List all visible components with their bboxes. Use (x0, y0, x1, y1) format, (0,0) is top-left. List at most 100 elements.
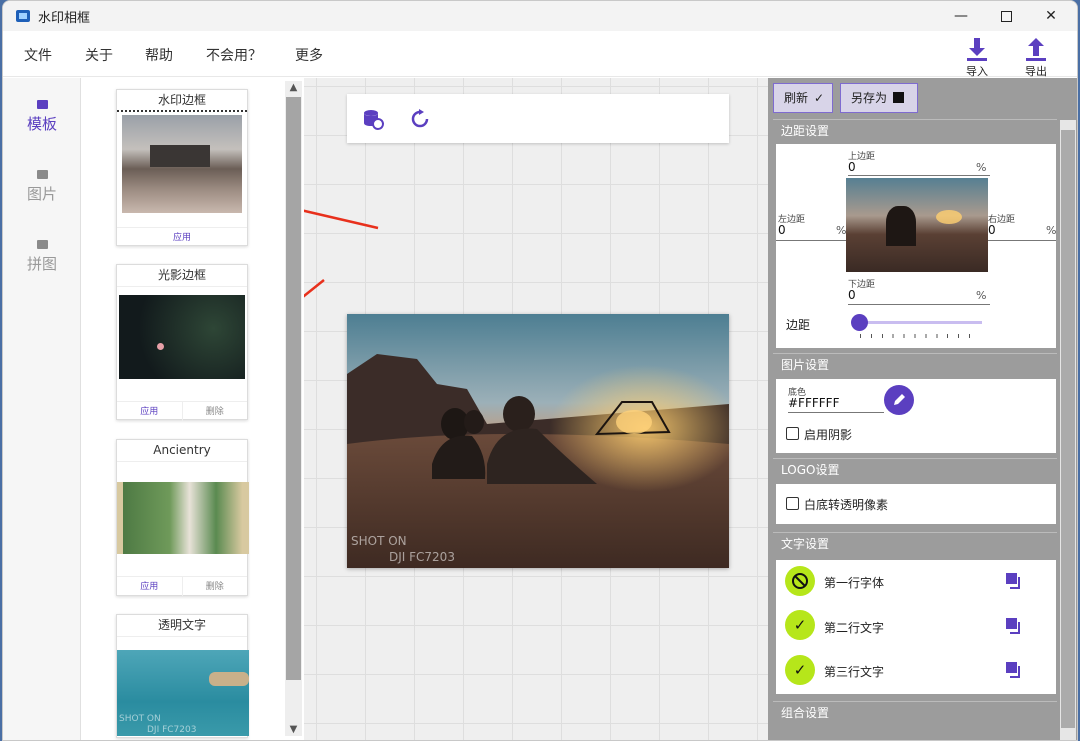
settings-scrollbar[interactable] (1060, 120, 1076, 740)
template-list: 水印边框 应用 光影边框 应用 删除 Ancientry 应用 删除 透明文字 SH… (82, 78, 304, 740)
shadow-checkbox[interactable] (786, 427, 799, 440)
copy-icon[interactable] (1006, 618, 1022, 634)
island-shape (209, 672, 249, 686)
template-card[interactable]: 透明文字 SHOT ON DJI FC7203 (116, 614, 249, 738)
flower-shape (157, 343, 164, 350)
edit-color-button[interactable] (884, 385, 914, 415)
maximize-button[interactable] (983, 1, 1029, 31)
import-button[interactable]: 导入 (957, 37, 997, 79)
folder-icon (36, 170, 48, 179)
red-arrow (304, 279, 325, 298)
side-nav: 模板 图片 拼图 (3, 78, 81, 740)
preview-canvas: SHOT ON DJI FC7203 (304, 78, 768, 740)
save-as-button[interactable]: 另存为 (840, 83, 918, 113)
template-title: 水印边框 (117, 90, 247, 112)
photo-watermark-line1: SHOT ON (351, 534, 407, 548)
template-title: Ancientry (117, 440, 247, 462)
copy-icon[interactable] (1006, 662, 1022, 678)
transparent-checkbox[interactable] (786, 497, 799, 510)
menu-help[interactable]: 帮助 (145, 45, 173, 65)
template-thumbnail (122, 115, 242, 213)
margin-slider-track[interactable] (854, 321, 982, 324)
download-icon (967, 38, 987, 61)
apply-button[interactable]: 应用 (117, 228, 247, 247)
template-title: 透明文字 (117, 615, 247, 637)
settings-panel: 刷新 ✓ 另存为 边距设置 上边距 0 % 左边距 0 % 右边距 0 % 下边距… (768, 78, 1077, 740)
settings-scroll-thumb[interactable] (1061, 130, 1075, 728)
right-margin-underline (988, 240, 1056, 241)
text-header: 文字设置 (773, 532, 1057, 554)
scroll-up-arrow[interactable]: ▲ (285, 82, 302, 93)
logo-header: LOGO设置 (773, 458, 1057, 480)
castle-shape (150, 145, 210, 167)
red-arrow (304, 209, 379, 230)
apply-button[interactable]: 应用 (117, 402, 182, 421)
thumb-caption-area (117, 554, 247, 576)
left-margin-unit: % (836, 224, 847, 237)
thumb-caption-area (117, 379, 247, 401)
tent-glow (936, 210, 962, 224)
block-icon (792, 573, 808, 589)
top-margin-underline (848, 175, 990, 176)
check-icon: ✓ (793, 616, 807, 634)
check-icon: ✓ (793, 661, 807, 679)
delete-button[interactable]: 删除 (181, 577, 248, 596)
template-scrollbar[interactable]: ▲ ▼ (285, 81, 302, 736)
refresh-icon[interactable] (410, 108, 430, 129)
slider-ticks (860, 334, 980, 338)
bottom-margin-value[interactable]: 0 (848, 288, 856, 302)
nav-images[interactable]: 图片 (3, 170, 81, 204)
top-margin-value[interactable]: 0 (848, 160, 856, 174)
shadow-label: 启用阴影 (804, 428, 853, 442)
scroll-thumb[interactable] (286, 97, 301, 680)
top-margin-unit: % (976, 161, 987, 174)
row2-toggle[interactable]: ✓ (785, 610, 815, 640)
template-thumbnail: SHOT ON DJI FC7203 (117, 650, 249, 736)
image-icon (36, 240, 48, 249)
right-margin-unit: % (1046, 224, 1057, 237)
menu-about[interactable]: 关于 (85, 45, 113, 65)
delete-button[interactable]: 删除 (181, 402, 248, 421)
margin-slider-thumb[interactable] (851, 314, 868, 331)
desert-camp-photo (347, 314, 729, 568)
right-margin-value[interactable]: 0 (988, 223, 996, 237)
left-margin-value[interactable]: 0 (778, 223, 786, 237)
nav-collage[interactable]: 拼图 (3, 240, 81, 274)
menu-file[interactable]: 文件 (24, 45, 52, 65)
combo-header: 组合设置 (773, 701, 1057, 723)
bg-color-underline (788, 412, 884, 413)
image-header: 图片设置 (773, 353, 1057, 375)
bg-color-value[interactable]: #FFFFFF (788, 396, 839, 410)
scroll-down-arrow[interactable]: ▼ (285, 724, 302, 735)
refresh-button[interactable]: 刷新 ✓ (773, 83, 833, 113)
title-bar: 水印相框 — ✕ (3, 1, 1077, 31)
close-button[interactable]: ✕ (1028, 1, 1074, 31)
template-card[interactable]: 水印边框 应用 (116, 89, 248, 246)
copy-icon[interactable] (1006, 573, 1022, 589)
nav-templates[interactable]: 模板 (3, 100, 81, 134)
check-icon: ✓ (814, 91, 825, 105)
template-thumbnail (117, 482, 249, 554)
minimize-button[interactable]: — (938, 1, 984, 31)
row2-label: 第二行文字 (824, 621, 885, 635)
database-sync-icon[interactable] (362, 108, 384, 130)
text-panel: 第一行字体 ✓ 第二行文字 ✓ 第三行文字 (776, 560, 1056, 694)
menu-howto[interactable]: 不会用？ (206, 45, 262, 65)
template-title: 光影边框 (117, 265, 247, 287)
menu-bar: 文件 关于 帮助 不会用？ 更多 导入 导出 (3, 31, 1077, 79)
row3-toggle[interactable]: ✓ (785, 655, 815, 685)
export-button[interactable]: 导出 (1016, 37, 1056, 79)
template-card[interactable]: 光影边框 应用 删除 (116, 264, 248, 421)
row1-toggle[interactable] (785, 566, 815, 596)
menu-more[interactable]: 更多 (295, 45, 323, 65)
refresh-label: 刷新 (784, 91, 809, 105)
save-icon (893, 92, 905, 103)
margin-preview-image (846, 178, 988, 272)
window-title: 水印相框 (38, 10, 91, 26)
template-card[interactable]: Ancientry 应用 删除 (116, 439, 249, 596)
margin-panel: 上边距 0 % 左边距 0 % 右边距 0 % 下边距 0 % 边距 (776, 144, 1056, 348)
upload-icon (1026, 38, 1046, 61)
grid-icon (36, 100, 48, 109)
apply-button[interactable]: 应用 (117, 577, 182, 596)
